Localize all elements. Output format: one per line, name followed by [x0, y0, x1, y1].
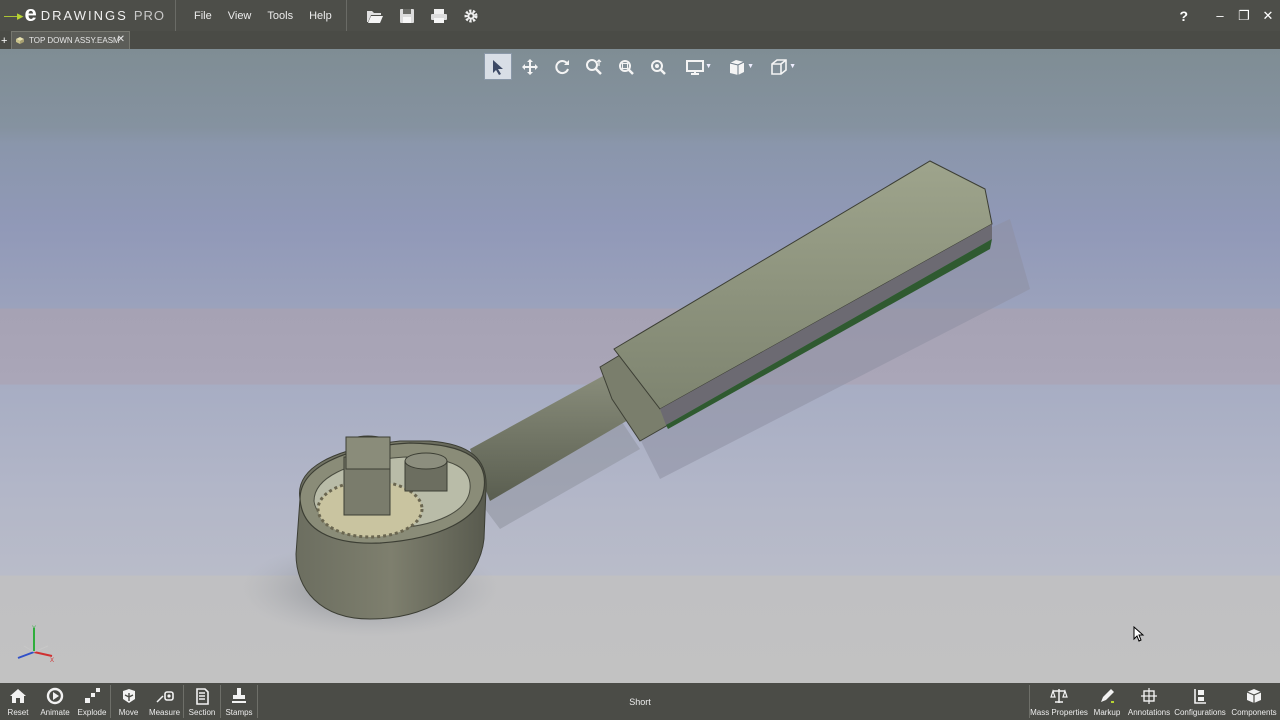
section-icon: [196, 688, 209, 705]
save-icon: [399, 8, 414, 23]
explode-icon: [85, 688, 100, 703]
document-tab[interactable]: TOP DOWN ASSY.EASM ✕: [11, 31, 130, 49]
save-button[interactable]: [391, 4, 423, 28]
annotations-label: Annotations: [1127, 708, 1171, 717]
title-bar: —▸ e DRAWINGS PRO File View Tools Help ?…: [0, 0, 1280, 31]
annotations-button[interactable]: Annotations: [1126, 683, 1172, 720]
axis-triad-icon: Y X: [17, 626, 54, 664]
move-label: Move: [118, 708, 139, 717]
logo-letter: e: [24, 1, 37, 26]
assembly-icon: [16, 37, 24, 44]
section-label: Section: [188, 708, 216, 717]
reset-button[interactable]: Reset: [0, 683, 36, 720]
components-label: Components: [1231, 708, 1277, 717]
app-edition: PRO: [133, 8, 165, 23]
components-icon: [1246, 689, 1262, 703]
measure-icon: [155, 691, 174, 703]
close-tab-icon[interactable]: ✕: [117, 34, 125, 45]
explode-label: Explode: [77, 708, 107, 717]
open-button[interactable]: [359, 4, 391, 28]
print-icon: [430, 8, 447, 23]
animate-label: Animate: [40, 708, 70, 717]
svg-text:X: X: [50, 658, 54, 664]
toolbar-divider: [257, 685, 258, 718]
measure-button[interactable]: Measure: [146, 683, 183, 720]
stamp-icon: [232, 688, 246, 703]
mass-properties-label: Mass Properties: [1030, 708, 1088, 717]
configurations-button[interactable]: Configurations: [1172, 683, 1228, 720]
configurations-label: Configurations: [1174, 708, 1226, 717]
menu-help[interactable]: Help: [309, 10, 332, 22]
mass-properties-button[interactable]: Mass Properties: [1030, 683, 1088, 720]
settings-button[interactable]: [455, 4, 487, 28]
components-button[interactable]: Components: [1228, 683, 1280, 720]
move-button[interactable]: Move: [111, 683, 146, 720]
stamps-label: Stamps: [225, 708, 253, 717]
home-icon: [10, 689, 26, 703]
graphics-viewport[interactable]: ▼ ▼ ▼ Y X: [0, 49, 1280, 683]
print-button[interactable]: [423, 4, 455, 28]
section-button[interactable]: Section: [184, 683, 220, 720]
menu-view[interactable]: View: [228, 10, 252, 22]
document-tab-label: TOP DOWN ASSY.EASM: [29, 36, 120, 45]
move-icon: [122, 689, 135, 703]
menu-bar: File View Tools Help: [176, 0, 347, 31]
svg-text:Y: Y: [32, 626, 36, 632]
bottom-left-tools: Reset Animate Explode Move Measure Secti…: [0, 683, 258, 720]
measure-label: Measure: [148, 708, 181, 717]
window-controls: ? – ❐ ✕: [1179, 0, 1280, 31]
reset-label: Reset: [7, 708, 29, 717]
quick-access-toolbar: [347, 0, 487, 31]
ratchet-wrench-model[interactable]: [0, 49, 1280, 683]
logo-arrow-icon: —▸: [4, 7, 24, 23]
restore-button[interactable]: ❐: [1232, 6, 1256, 26]
document-tab-strip: + TOP DOWN ASSY.EASM ✕: [0, 31, 1280, 49]
new-tab-button[interactable]: +: [1, 35, 7, 47]
app-logo: —▸ e DRAWINGS PRO: [0, 0, 176, 31]
pencil-icon: [1101, 689, 1114, 703]
bottom-toolbar: Reset Animate Explode Move Measure Secti…: [0, 683, 1280, 720]
explode-button[interactable]: Explode: [74, 683, 110, 720]
open-icon: [366, 10, 383, 23]
animate-button[interactable]: Animate: [36, 683, 74, 720]
mouse-cursor-icon: [1133, 626, 1145, 642]
close-window-button[interactable]: ✕: [1256, 6, 1280, 26]
menu-file[interactable]: File: [194, 10, 212, 22]
app-name: DRAWINGS: [40, 8, 128, 23]
status-text: Short: [629, 696, 651, 707]
annotations-icon: [1141, 688, 1157, 704]
minimize-button[interactable]: –: [1208, 6, 1232, 26]
bottom-right-tools: Mass Properties Markup Annotations Confi…: [1029, 683, 1280, 720]
configurations-icon: [1194, 689, 1206, 704]
menu-tools[interactable]: Tools: [267, 10, 293, 22]
help-button[interactable]: ?: [1179, 8, 1188, 24]
scale-icon: [1050, 689, 1068, 703]
animate-icon: [46, 687, 64, 705]
stamps-button[interactable]: Stamps: [221, 683, 257, 720]
settings-icon: [464, 9, 478, 22]
markup-button[interactable]: Markup: [1088, 683, 1126, 720]
markup-label: Markup: [1093, 708, 1121, 717]
